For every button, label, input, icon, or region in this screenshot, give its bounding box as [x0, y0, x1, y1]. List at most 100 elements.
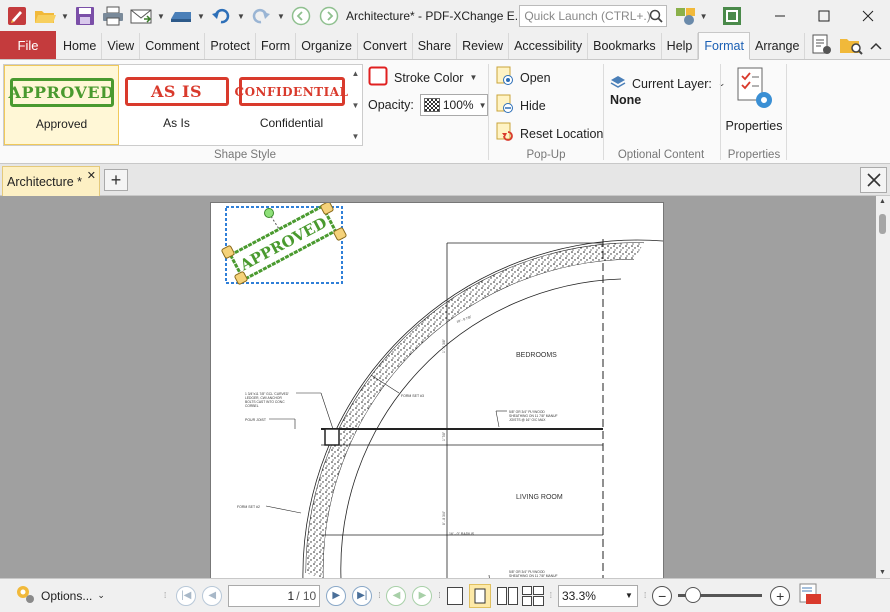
pdf-page[interactable]: BEDROOMS LIVING ROOM FORM SET #3 FORM SE…	[210, 201, 664, 578]
previous-page-button[interactable]: ◀	[202, 585, 223, 606]
single-page-view-icon[interactable]	[446, 586, 463, 605]
email-dropdown-icon[interactable]: ▼	[156, 3, 166, 29]
tab-convert[interactable]: Convert	[358, 33, 413, 59]
fullscreen-icon[interactable]	[719, 3, 745, 29]
opacity-dropdown[interactable]: 100% ▼	[419, 94, 488, 116]
stroke-color-dropdown-icon[interactable]: ▼	[469, 73, 477, 82]
status-grip-icon: ⁞	[643, 591, 647, 600]
group-separator	[603, 64, 604, 160]
approved-stamp-annotation[interactable]: APPROVED	[221, 201, 347, 285]
zoom-slider-thumb[interactable]	[684, 587, 701, 603]
tab-accessibility[interactable]: Accessibility	[509, 33, 589, 59]
email-icon[interactable]	[128, 3, 154, 29]
save-icon[interactable]	[72, 3, 98, 29]
find-folder-icon[interactable]	[839, 34, 864, 59]
redo-dropdown-icon[interactable]: ▼	[276, 3, 286, 29]
next-view-icon[interactable]	[316, 3, 342, 29]
label-bedrooms: BEDROOMS	[516, 352, 557, 359]
zoom-in-button[interactable]: +	[770, 585, 791, 606]
note-plywood-1-line-3: JOISTS @ 16" O/C MAX	[509, 418, 546, 422]
tab-home[interactable]: Home	[58, 33, 103, 59]
print-icon[interactable]	[100, 3, 126, 29]
scroll-up-icon[interactable]: ▲	[879, 198, 886, 205]
maximize-button[interactable]	[802, 0, 846, 32]
previous-view-status-button[interactable]: ◀	[386, 585, 407, 606]
collapse-ribbon-icon[interactable]	[870, 33, 882, 59]
chevron-down-icon: ⌄	[97, 590, 105, 600]
previous-view-icon[interactable]	[288, 3, 314, 29]
redo-icon[interactable]	[248, 3, 274, 29]
search-icon[interactable]	[649, 9, 663, 26]
tab-comment[interactable]: Comment	[140, 33, 206, 59]
facing-view-icon[interactable]	[496, 586, 518, 605]
popup-open-button[interactable]: Open	[496, 66, 551, 89]
tab-view[interactable]: View	[102, 33, 141, 59]
tab-arrange[interactable]: Arrange	[750, 33, 806, 59]
stamp-style-as-is[interactable]: AS IS As Is	[119, 65, 234, 145]
quick-launch-input[interactable]: Quick Launch (CTRL+.)	[519, 5, 667, 27]
popup-hide-button[interactable]: Hide	[496, 94, 546, 117]
tab-bookmarks[interactable]: Bookmarks	[588, 33, 662, 59]
stamp-style-approved[interactable]: APPROVED Approved	[4, 65, 119, 145]
opacity-control: Opacity: 100% ▼	[368, 94, 488, 116]
stroke-color-button[interactable]: Stroke Color ▼	[368, 66, 477, 89]
scroll-down-icon[interactable]: ▼	[879, 569, 886, 576]
options-button[interactable]: Options... ⌄	[14, 583, 164, 608]
page-number-field[interactable]: 1 / 10	[228, 584, 321, 607]
tab-review[interactable]: Review	[457, 33, 510, 59]
customize-dropdown-icon[interactable]: ▼	[699, 3, 709, 29]
gear-icon	[14, 583, 36, 608]
new-tab-button[interactable]: +	[104, 169, 128, 191]
undo-dropdown-icon[interactable]: ▼	[236, 3, 246, 29]
close-tab-icon[interactable]: ✕	[87, 169, 96, 182]
scan-dropdown-icon[interactable]: ▼	[196, 3, 206, 29]
scan-icon[interactable]	[168, 3, 194, 29]
first-page-button[interactable]: |◀	[176, 585, 197, 606]
properties-button[interactable]: Properties	[724, 66, 784, 133]
ribbon-format-panel: APPROVED Approved AS IS As Is CONFIDENTI…	[0, 60, 890, 164]
last-page-button[interactable]: ▶|	[352, 585, 373, 606]
chevron-down-icon: ▼	[625, 591, 633, 600]
open-folder-icon[interactable]	[32, 3, 58, 29]
next-view-status-button[interactable]: ▶	[412, 585, 433, 606]
tab-help[interactable]: Help	[662, 33, 699, 59]
vertical-scrollbar[interactable]: ▲ ▼	[876, 196, 890, 578]
undo-icon[interactable]	[208, 3, 234, 29]
open-dropdown-icon[interactable]: ▼	[60, 3, 70, 29]
tab-format[interactable]: Format	[698, 32, 750, 60]
scrollbar-thumb[interactable]	[879, 214, 886, 234]
next-page-button[interactable]: ▶	[326, 585, 347, 606]
label-form-set-2: FORM SET #2	[237, 505, 260, 509]
zoom-slider[interactable]	[678, 587, 763, 603]
continuous-facing-view-icon[interactable]	[521, 585, 544, 606]
zoom-out-button[interactable]: −	[652, 585, 673, 606]
document-tab-architecture[interactable]: Architecture * ✕	[2, 166, 100, 196]
close-document-button[interactable]	[860, 167, 887, 193]
close-window-button[interactable]	[846, 0, 890, 32]
gallery-expand-icon[interactable]: ▼	[352, 132, 360, 141]
minimize-button[interactable]	[759, 0, 803, 32]
document-viewport[interactable]: BEDROOMS LIVING ROOM FORM SET #3 FORM SE…	[0, 196, 876, 578]
stamp-style-confidential[interactable]: CONFIDENTIAL Confidential	[234, 65, 349, 145]
gallery-scroll-up-icon[interactable]: ▲	[352, 69, 360, 78]
tab-form[interactable]: Form	[256, 33, 297, 59]
gallery-scroll: ▲ ▼ ▼	[349, 65, 362, 145]
document-properties-icon[interactable]	[811, 34, 833, 59]
pdf-tools-icon[interactable]	[798, 582, 822, 609]
title-bar: ▼ ▼ ▼ ▼ ▼ Architecture* - PDF-XChange E.…	[0, 0, 890, 32]
properties-label: Properties	[725, 119, 783, 133]
file-tab[interactable]: File	[0, 31, 56, 59]
current-layer-dropdown[interactable]: Current Layer: ⌄	[610, 74, 725, 93]
continuous-view-icon[interactable]	[468, 583, 491, 608]
tab-protect[interactable]: Protect	[205, 33, 257, 59]
app-logo-icon[interactable]	[4, 3, 30, 29]
rotate-handle[interactable]	[264, 208, 274, 218]
popup-reset-location-button[interactable]: Reset Location	[496, 122, 603, 145]
gallery-scroll-down-icon[interactable]: ▼	[352, 101, 360, 110]
customize-icon[interactable]	[673, 3, 699, 29]
architecture-drawing: BEDROOMS LIVING ROOM FORM SET #3 FORM SE…	[221, 201, 664, 578]
group-separator	[720, 64, 721, 160]
tab-share[interactable]: Share	[413, 33, 458, 59]
zoom-dropdown[interactable]: 33.3% ▼	[557, 584, 638, 607]
tab-organize[interactable]: Organize	[296, 33, 358, 59]
